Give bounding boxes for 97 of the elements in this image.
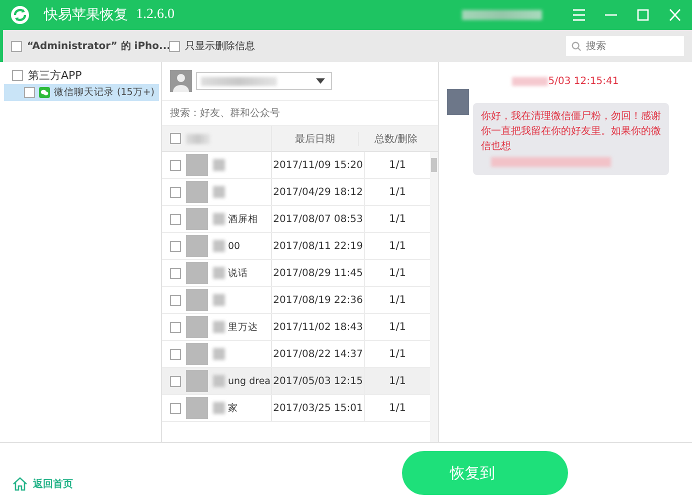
table-cell: 2017/08/11 22:19	[272, 233, 365, 259]
refresh-logo-icon	[10, 5, 30, 25]
search-field[interactable]: 搜索	[566, 36, 684, 56]
table-cell-text: 1/1	[388, 159, 407, 171]
blurred-name-block	[213, 186, 225, 198]
photo-placeholder	[186, 316, 208, 338]
blurred-name-block	[213, 240, 225, 252]
column-header[interactable]: 最后日期	[272, 132, 359, 146]
tree-label: 微信聊天记录 (15万+)	[54, 86, 154, 99]
table-row[interactable]: 说话 2017/08/29 11:45 1/1	[162, 260, 430, 287]
checkbox[interactable]	[170, 160, 181, 170]
table-cell-text: 1/1	[388, 321, 407, 333]
table-cell: 2017/11/09 15:20	[272, 152, 365, 178]
menu-icon[interactable]	[572, 9, 586, 21]
checkbox[interactable]	[170, 294, 181, 306]
photo-placeholder	[186, 397, 208, 419]
table-cell: 2017/08/07 08:53	[272, 206, 365, 232]
device-label: “Administrator” 的 iPho...	[27, 40, 170, 53]
checkbox[interactable]	[169, 40, 180, 52]
table-cell-text: 1/1	[388, 186, 407, 198]
blurred-name-block	[213, 159, 225, 171]
table-row[interactable]: 里万达 2017/11/02 18:43 1/1	[162, 314, 430, 341]
checkbox[interactable]	[170, 376, 181, 386]
checkbox[interactable]	[170, 348, 181, 360]
photo-placeholder	[186, 181, 208, 203]
contact-name: 说话	[228, 266, 248, 280]
blurred-name-block	[213, 402, 225, 414]
checkbox[interactable]	[12, 70, 23, 81]
app-version: 1.2.6.0	[136, 7, 174, 23]
table-cell-text: 1/1	[388, 240, 407, 252]
table-row[interactable]: 00 2017/08/11 22:19 1/1	[162, 233, 430, 260]
photo-placeholder	[447, 89, 469, 115]
checkbox[interactable]	[170, 214, 181, 224]
photo-placeholder	[186, 262, 208, 284]
photo-placeholder	[186, 289, 208, 311]
caret-icon	[316, 78, 325, 84]
table-cell: 2017/08/29 11:45	[272, 260, 365, 286]
table-cell-text: 1/1	[388, 402, 407, 414]
contact-name: ung drea	[228, 376, 270, 386]
home-icon	[12, 476, 28, 492]
message-text: 你好，我在清理微信僵尸粉，勿回！感谢你一直把我留在你的好友里。如果你的微信也想	[481, 110, 661, 154]
contact-name: 家	[228, 402, 238, 414]
photo-placeholder	[186, 343, 208, 365]
table-cell: 2017/04/29 18:12	[272, 179, 365, 205]
table-cell: 2017/03/25 15:01	[272, 395, 365, 421]
table-row[interactable]: 酒屏相 2017/08/07 08:53 1/1	[162, 206, 430, 233]
checkbox[interactable]	[170, 402, 181, 414]
tree-label: 第三方APP	[28, 68, 82, 83]
photo-placeholder	[186, 154, 208, 176]
message-time: 5/03 12:15:41	[548, 76, 619, 87]
table-row[interactable]: 2017/04/29 18:12 1/1	[162, 179, 430, 206]
checkbox[interactable]	[11, 40, 22, 52]
table-cell: 2017/05/03 12:15	[272, 368, 365, 394]
blurred-name-block	[213, 213, 225, 225]
blurred-name-block	[213, 267, 225, 279]
table-cell-text: 1/1	[388, 348, 407, 360]
contact-dropdown[interactable]	[196, 72, 332, 90]
blurred-header-block	[186, 134, 210, 144]
table-row[interactable]: 2017/11/09 15:20 1/1	[162, 152, 430, 179]
contact-name: 酒屏相	[228, 212, 258, 226]
table-row[interactable]: ung drea 2017/05/03 12:15 1/1	[162, 368, 430, 395]
filter-label: 只显示删除信息	[185, 40, 255, 53]
table-cell: 2017/08/19 22:36	[272, 287, 365, 313]
avatar-icon	[170, 70, 192, 92]
blurred-name-block	[213, 294, 225, 306]
table-cell-text: 1/1	[388, 294, 407, 306]
tree-item[interactable]: 第三方APP	[0, 67, 161, 84]
table-cell: 2017/11/02 18:43	[272, 314, 365, 340]
checkbox[interactable]	[24, 87, 35, 98]
blurred-date-block	[512, 77, 548, 86]
tree-item[interactable]: 微信聊天记录 (15万+)	[4, 84, 159, 101]
checkbox[interactable]	[170, 186, 181, 198]
table-cell-text: 1/1	[388, 375, 407, 387]
checkbox[interactable]	[170, 322, 181, 332]
scrollbar[interactable]	[430, 152, 438, 442]
table-cell: 2017/08/22 14:37	[272, 341, 365, 367]
search-icon	[571, 40, 582, 52]
table-cell-text: 1/1	[388, 213, 407, 225]
table-row[interactable]: 2017/08/19 22:36 1/1	[162, 287, 430, 314]
photo-placeholder	[186, 235, 208, 257]
photo-placeholder	[186, 208, 208, 230]
blurred-name-block	[213, 321, 225, 333]
photo-placeholder	[186, 370, 208, 392]
close-icon[interactable]	[668, 9, 682, 21]
contact-name: 00	[228, 240, 240, 252]
maximize-icon[interactable]	[636, 9, 650, 21]
blurred-name-block	[213, 348, 225, 360]
chat-app-icon	[39, 87, 50, 98]
checkbox[interactable]	[170, 133, 181, 144]
checkbox[interactable]	[170, 268, 181, 278]
table-row[interactable]: 家 2017/03/25 15:01 1/1	[162, 395, 430, 422]
app-title: 快易苹果恢复	[44, 6, 128, 24]
table-cell-text: 1/1	[388, 267, 407, 279]
contact-name: 里万达	[228, 320, 258, 334]
blurred-name-block	[213, 375, 225, 387]
column-header[interactable]: 总数/删除	[359, 132, 433, 146]
checkbox[interactable]	[170, 240, 181, 252]
